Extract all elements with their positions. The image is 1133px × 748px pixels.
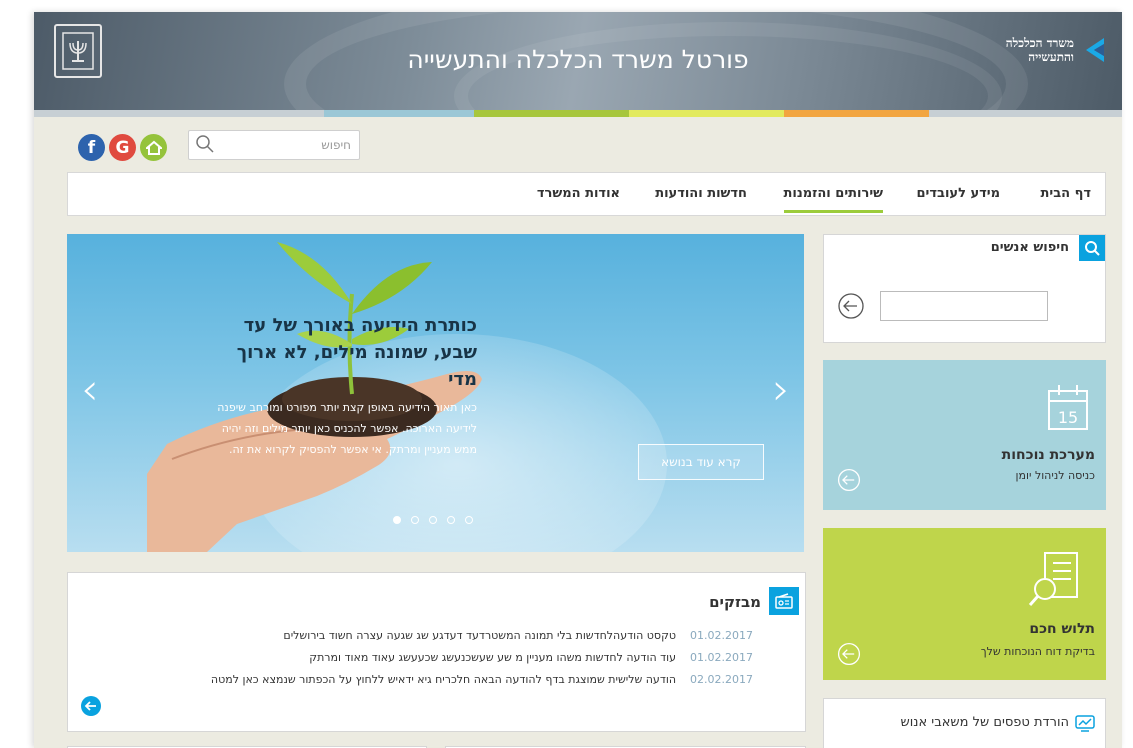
google-icon[interactable]: G	[109, 134, 136, 161]
site-header: פורטל משרד הכלכלה והתעשייה משרד הכלכלה ו…	[34, 12, 1122, 110]
forms-download-widget[interactable]: הורדת טפסים של משאבי אנוש	[823, 698, 1106, 748]
site-search[interactable]: חיפוש	[188, 130, 360, 160]
nav-item-home[interactable]: דף הבית	[1040, 186, 1091, 201]
news-item[interactable]: 01.02.2017 טקסט הודעהלחדשות בלי תמונה המש…	[283, 629, 753, 642]
news-text: טקסט הודעהלחדשות בלי תמונה המשטרדעד דעדג…	[283, 629, 677, 642]
document-search-icon	[1028, 552, 1078, 606]
payslip-title: תלוש חכם	[1029, 621, 1095, 637]
carousel-next-arrow-icon[interactable]: ›	[772, 364, 790, 415]
nav-item-news[interactable]: חדשות והודעות	[655, 186, 747, 201]
logo-text-line2: והתעשייה	[1028, 50, 1074, 64]
ministry-logo[interactable]: משרד הכלכלה והתעשייה	[1006, 36, 1108, 64]
hero-description: כאן תאור הידיעה באופן קצת יותר מפורט ומו…	[217, 401, 477, 456]
carousel-dots	[393, 516, 473, 524]
calendar-icon: 15	[1048, 385, 1088, 430]
calendar-day: 15	[1058, 408, 1078, 427]
ministry-logo-icon	[1086, 38, 1104, 62]
facebook-icon[interactable]: f	[78, 134, 105, 161]
news-date: 02.02.2017	[690, 673, 753, 686]
nav-item-about[interactable]: אודות המשרד	[537, 186, 620, 201]
attendance-widget[interactable]: 15 מערכת נוכחות כניסה לניהול יומן	[823, 360, 1106, 510]
attendance-title: מערכת נוכחות	[1001, 447, 1095, 463]
carousel-dot-3[interactable]	[429, 516, 437, 524]
news-flash-widget: מבזקים 01.02.2017 טקסט הודעהלחדשות בלי תמ…	[67, 572, 806, 732]
portal-page: פורטל משרד הכלכלה והתעשייה משרד הכלכלה ו…	[34, 12, 1122, 748]
news-item[interactable]: 02.02.2017 הודעה שלישית שמוצגת בדף להודעה…	[211, 673, 753, 686]
carousel-dot-1[interactable]	[393, 516, 401, 524]
payslip-go-icon[interactable]	[836, 641, 862, 667]
carousel-prev-arrow-icon[interactable]: ‹	[81, 364, 99, 415]
search-input[interactable]: חיפוש	[321, 138, 351, 152]
payslip-widget[interactable]: תלוש חכם בדיקת דוח הנוכחות שלך	[823, 528, 1106, 680]
search-icon[interactable]	[195, 134, 215, 154]
hero-text: כותרת הידיעה באורך של עד שבע, שמונה מילי…	[217, 312, 477, 460]
people-search-title: חיפוש אנשים	[990, 240, 1069, 255]
home-icon[interactable]	[140, 134, 167, 161]
news-item[interactable]: 01.02.2017 עוד הודעה לחדשות משהו מעניין מ…	[309, 651, 753, 664]
main-nav: דף הבית מידע לעובדים שירותים והזמנות חדש…	[67, 172, 1106, 216]
logo-text-line1: משרד הכלכלה	[1005, 36, 1074, 50]
news-text: הודעה שלישית שמוצגת בדף להודעה הבאה חלכר…	[210, 673, 677, 686]
news-date: 01.02.2017	[690, 629, 753, 642]
payslip-subtitle: בדיקת דוח הנוכחות שלך	[980, 645, 1095, 658]
forms-title: הורדת טפסים של משאבי אנוש	[900, 715, 1069, 730]
carousel-dot-5[interactable]	[465, 516, 473, 524]
people-search-input[interactable]	[880, 291, 1048, 321]
nav-item-services[interactable]: שירותים והזמנות	[783, 186, 883, 213]
hero-carousel: כותרת הידיעה באורך של עד שבע, שמונה מילי…	[67, 234, 804, 552]
people-search-icon	[1079, 235, 1105, 261]
carousel-dot-4[interactable]	[447, 516, 455, 524]
nav-item-employee-info[interactable]: מידע לעובדים	[917, 186, 1001, 201]
news-text: עוד הודעה לחדשות משהו מעניין מ שע שעשכנע…	[309, 651, 677, 664]
site-title: פורטל משרד הכלכלה והתעשייה	[407, 45, 749, 74]
radio-icon	[769, 587, 799, 615]
chart-monitor-icon	[1075, 715, 1095, 732]
attendance-subtitle: כניסה לניהול יומן	[1015, 469, 1095, 482]
news-date: 01.02.2017	[690, 651, 753, 664]
people-search-go-icon[interactable]	[836, 291, 866, 321]
carousel-dot-2[interactable]	[411, 516, 419, 524]
people-search-widget: חיפוש אנשים	[823, 234, 1106, 343]
hero-title: כותרת הידיעה באורך של עד שבע, שמונה מילי…	[236, 315, 477, 390]
attendance-go-icon[interactable]	[836, 467, 862, 493]
news-more-icon[interactable]	[80, 695, 102, 717]
news-title: מבזקים	[709, 593, 761, 611]
read-more-button[interactable]: קרא עוד בנושא	[638, 444, 764, 480]
color-stripe	[34, 110, 1122, 117]
social-links: f G	[78, 134, 167, 161]
